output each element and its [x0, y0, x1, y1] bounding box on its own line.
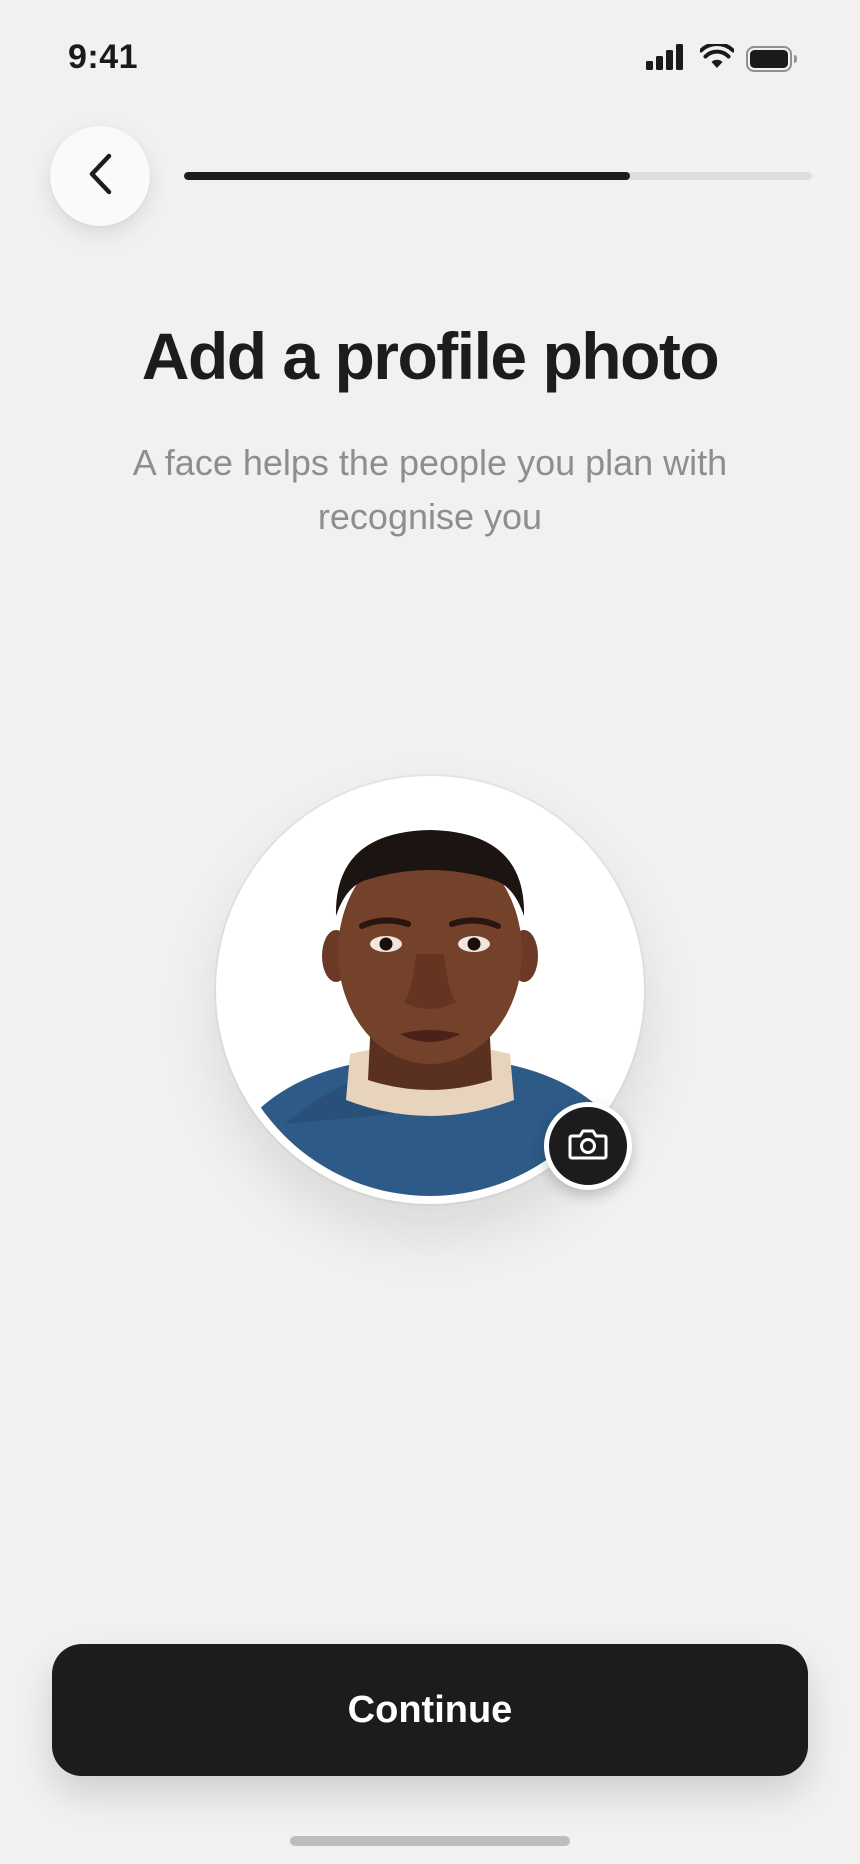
battery-icon [746, 46, 798, 77]
continue-button[interactable]: Continue [52, 1644, 808, 1776]
change-photo-button[interactable] [544, 1102, 632, 1190]
progress-fill [184, 172, 630, 180]
camera-icon [568, 1127, 608, 1166]
onboarding-progress-bar [184, 172, 812, 180]
back-button[interactable] [50, 126, 150, 226]
wifi-icon [699, 42, 735, 75]
status-time: 9:41 [68, 38, 139, 76]
cellular-signal-icon [646, 44, 684, 75]
home-indicator [290, 1836, 570, 1846]
status-bar: 9:41 [0, 0, 860, 120]
page-subtitle: A face helps the people you plan with re… [132, 442, 728, 537]
page-title: Add a profile photo [141, 319, 720, 393]
chevron-left-icon [85, 152, 115, 201]
